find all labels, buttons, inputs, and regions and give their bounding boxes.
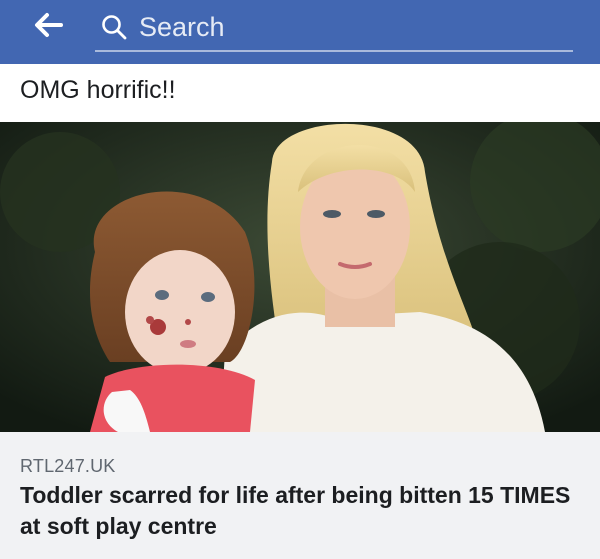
link-title[interactable]: Toddler scarred for life after being bit… bbox=[20, 480, 580, 542]
link-domain: RTL247.UK bbox=[20, 456, 116, 476]
arrow-left-icon bbox=[35, 13, 63, 37]
photo-illustration bbox=[0, 122, 600, 432]
top-navigation-bar bbox=[0, 0, 600, 64]
post-photo[interactable] bbox=[0, 122, 600, 432]
search-bar[interactable] bbox=[95, 6, 573, 52]
post-text: OMG horrific!! bbox=[20, 76, 176, 104]
search-icon bbox=[102, 15, 127, 40]
back-button[interactable] bbox=[26, 10, 70, 40]
search-input[interactable] bbox=[139, 10, 559, 44]
